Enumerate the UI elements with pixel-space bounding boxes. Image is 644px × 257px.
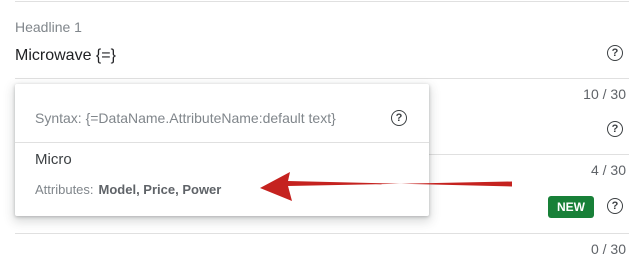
character-counter-3: 0 / 30 [590,241,626,257]
top-divider [15,1,629,2]
headline-input[interactable]: Microwave {=} [15,47,116,65]
help-icon-headline[interactable]: ? [607,45,623,61]
syntax-help-icon[interactable]: ? [391,110,407,126]
character-counter-1: 10 / 30 [583,86,626,102]
help-icon-field-3[interactable]: ? [607,198,623,214]
headline-label: Headline 1 [15,19,82,35]
autocomplete-popup: Syntax: {=DataName.AttributeName:default… [15,84,429,216]
suggestion-item-micro[interactable]: Micro [35,151,72,168]
suggestion-attributes: Attributes: Model, Price, Power [35,182,221,197]
headline-underline [15,78,629,79]
popup-divider [15,142,429,143]
syntax-hint: Syntax: {=DataName.AttributeName:default… [35,110,336,126]
field-3-underline [15,233,629,234]
help-icon-field-2[interactable]: ? [607,121,623,137]
attributes-values: Model, Price, Power [98,182,222,197]
new-badge: NEW [548,196,594,218]
attributes-label: Attributes: [35,182,94,197]
character-counter-2: 4 / 30 [590,162,626,178]
